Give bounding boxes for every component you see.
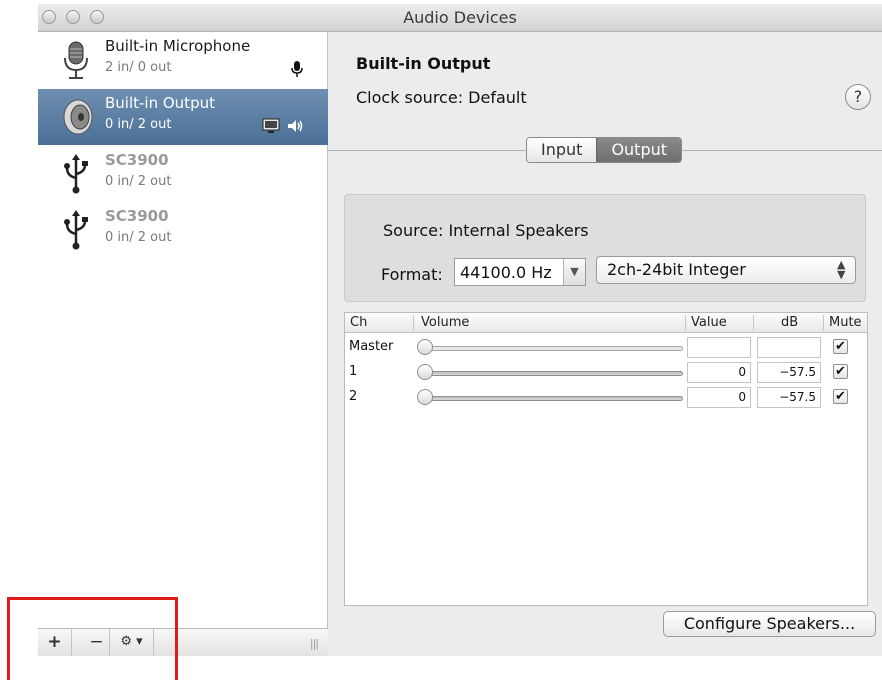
device-io: 0 in/ 2 out — [105, 174, 172, 189]
annotation-highlight-box — [7, 597, 178, 680]
device-item-sc3900[interactable]: SC3900 0 in/ 2 out — [38, 202, 328, 258]
resize-grip-icon[interactable]: ||| — [310, 637, 319, 650]
speaker-icon — [63, 99, 93, 135]
chevron-down-icon[interactable]: ▼ — [563, 259, 585, 285]
tab-output[interactable]: Output — [596, 138, 682, 162]
volume-slider-knob[interactable] — [417, 389, 433, 405]
column-header-db[interactable]: dB — [781, 315, 798, 330]
configure-speakers-button[interactable]: Configure Speakers... — [663, 611, 876, 637]
channel-table: Ch Volume Value dB Mute Master ✔ 1 0 −57… — [344, 312, 868, 606]
device-io: 0 in/ 2 out — [105, 230, 172, 245]
table-row: 1 0 −57.5 ✔ — [345, 360, 867, 385]
mute-checkbox[interactable]: ✔ — [833, 389, 848, 404]
value-field[interactable]: 0 — [687, 362, 751, 383]
input-output-segmented-control: Input Output — [526, 137, 683, 163]
column-separator — [685, 315, 686, 331]
title-bar[interactable]: Audio Devices — [38, 4, 882, 32]
table-header: Ch Volume Value dB Mute — [345, 313, 867, 333]
device-detail-panel: Built-in Output Clock source: Default ? … — [328, 32, 882, 656]
audio-devices-window: Audio Devices Built-in Microphone 2 in/ … — [38, 4, 882, 656]
device-name: SC3900 — [105, 207, 169, 225]
window-title: Audio Devices — [403, 8, 517, 27]
sample-rate-combobox[interactable]: 44100.0 Hz ▼ — [454, 258, 586, 286]
source-label: Source: — [383, 221, 444, 240]
volume-slider[interactable] — [425, 346, 683, 351]
column-header-mute[interactable]: Mute — [829, 315, 862, 330]
channel-label: Master — [349, 339, 394, 354]
channel-label: 2 — [349, 389, 358, 404]
column-header-value[interactable]: Value — [691, 315, 727, 330]
clock-source-label: Clock source: — [356, 88, 464, 107]
device-item-built-in-microphone[interactable]: Built-in Microphone 2 in/ 0 out — [38, 32, 328, 88]
clock-source: Clock source: Default — [356, 88, 527, 107]
column-separator — [823, 315, 824, 331]
mute-checkbox[interactable]: ✔ — [833, 364, 848, 379]
device-io: 2 in/ 0 out — [105, 60, 172, 75]
usb-icon — [64, 210, 88, 250]
format-label: Format: — [381, 265, 443, 284]
speaker-badge-icon — [288, 120, 303, 132]
device-item-sc3900[interactable]: SC3900 0 in/ 2 out — [38, 146, 328, 202]
bit-format-popup[interactable]: 2ch-24bit Integer ▲▼ — [596, 256, 856, 284]
db-field[interactable]: −57.5 — [757, 387, 821, 408]
db-field[interactable] — [757, 337, 821, 358]
device-item-built-in-output[interactable]: Built-in Output 0 in/ 2 out — [38, 89, 328, 145]
sample-rate-value: 44100.0 Hz — [460, 263, 552, 282]
column-header-ch[interactable]: Ch — [350, 315, 367, 330]
column-separator — [753, 315, 754, 331]
column-separator — [413, 315, 414, 331]
db-field[interactable]: −57.5 — [757, 362, 821, 383]
column-header-volume[interactable]: Volume — [421, 315, 469, 330]
device-name: Built-in Microphone — [105, 37, 251, 55]
source: Source: Internal Speakers — [383, 221, 589, 240]
tab-input[interactable]: Input — [527, 138, 597, 162]
volume-slider[interactable] — [425, 371, 683, 376]
volume-slider-knob[interactable] — [417, 339, 433, 355]
display-badge-icon — [262, 118, 280, 133]
table-row: Master ✔ — [345, 335, 867, 360]
microphone-icon — [64, 41, 88, 79]
mic-badge-icon — [291, 61, 303, 77]
mute-checkbox[interactable]: ✔ — [833, 339, 848, 354]
help-button[interactable]: ? — [845, 84, 871, 110]
device-io: 0 in/ 2 out — [105, 117, 172, 132]
source-value: Internal Speakers — [448, 221, 589, 240]
bit-format-value: 2ch-24bit Integer — [607, 260, 746, 279]
channel-label: 1 — [349, 364, 358, 379]
value-field[interactable] — [687, 337, 751, 358]
usb-icon — [64, 154, 88, 194]
device-title: Built-in Output — [356, 54, 491, 73]
volume-slider-knob[interactable] — [417, 364, 433, 380]
updown-arrows-glyph: ▲▼ — [837, 258, 846, 281]
device-list: Built-in Microphone 2 in/ 0 out Built-in… — [38, 32, 328, 656]
value-field[interactable]: 0 — [687, 387, 751, 408]
device-name: Built-in Output — [105, 94, 215, 112]
source-format-group: Source: Internal Speakers Format: 44100.… — [344, 194, 866, 302]
volume-slider[interactable] — [425, 396, 683, 401]
updown-arrows-icon: ▲▼ — [837, 258, 846, 281]
table-row: 2 0 −57.5 ✔ — [345, 385, 867, 410]
device-name: SC3900 — [105, 151, 169, 169]
clock-source-value: Default — [468, 88, 527, 107]
